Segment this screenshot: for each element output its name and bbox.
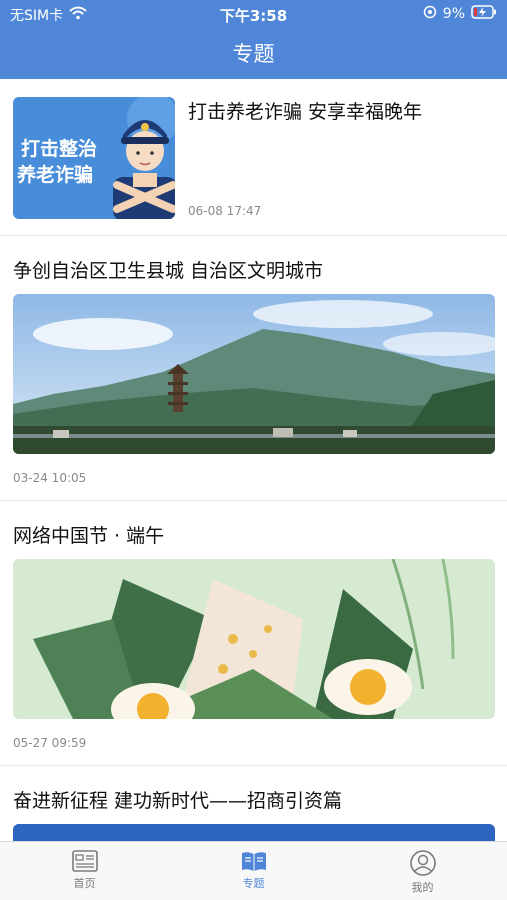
article-title: 打击养老诈骗 安享幸福晚年 (188, 101, 423, 123)
article-banner-image (13, 294, 495, 454)
article-date: 06-08 17:47 (188, 204, 262, 218)
article-title: 争创自治区卫生县城 自治区文明城市 (13, 260, 324, 282)
article-card-1[interactable]: 打击整治 养老诈骗 打击养老诈骗 安享幸福晚年 06-08 17:47 (0, 79, 507, 236)
tab-topics[interactable]: 专题 (169, 842, 338, 900)
article-card-4[interactable]: 奋进新征程 建功新时代——招商引资篇 (0, 767, 507, 841)
article-title: 网络中国节 · 端午 (13, 525, 165, 547)
page-title: 专题 (232, 42, 275, 66)
tab-me-label: 我的 (411, 881, 434, 894)
status-bar: 无SIM卡 下午3:58 9% (0, 0, 507, 28)
app-screen: 无SIM卡 下午3:58 9% 专题 打击整治 养老诈骗 打击养老诈骗 安享幸福… (0, 0, 507, 900)
tab-me[interactable]: 我的 (338, 842, 507, 900)
article-list[interactable]: 打击整治 养老诈骗 打击养老诈骗 安享幸福晚年 06-08 17:47 争创自治… (0, 79, 507, 841)
book-icon (241, 852, 266, 871)
thumb-text-line1: 打击整治 (21, 137, 97, 160)
bottom-tab-bar: 首页 专题 我的 (0, 841, 507, 900)
orientation-lock-icon (423, 5, 437, 23)
thumb-text-line2: 养老诈骗 (16, 163, 93, 186)
article-banner-image (13, 559, 495, 719)
tab-home-label: 首页 (73, 877, 96, 890)
header: 无SIM卡 下午3:58 9% 专题 (0, 0, 507, 79)
article-date: 03-24 10:05 (13, 471, 87, 485)
article-card-3[interactable]: 网络中国节 · 端午 05-27 09:59 (0, 502, 507, 766)
article-banner-image (13, 824, 495, 841)
status-right: 9% (423, 5, 497, 23)
article-date: 05-27 09:59 (13, 736, 87, 750)
article-card-2[interactable]: 争创自治区卫生县城 自治区文明城市 03-24 10:05 (0, 237, 507, 501)
battery-charging-icon (471, 5, 497, 23)
user-icon (409, 850, 436, 876)
article-title: 奋进新征程 建功新时代——招商引资篇 (13, 790, 343, 812)
battery-percent: 9% (442, 6, 465, 22)
article-thumbnail: 打击整治 养老诈骗 (13, 97, 175, 219)
newspaper-icon (71, 850, 98, 872)
tab-topics-label: 专题 (242, 877, 265, 890)
tab-home[interactable]: 首页 (0, 842, 169, 900)
